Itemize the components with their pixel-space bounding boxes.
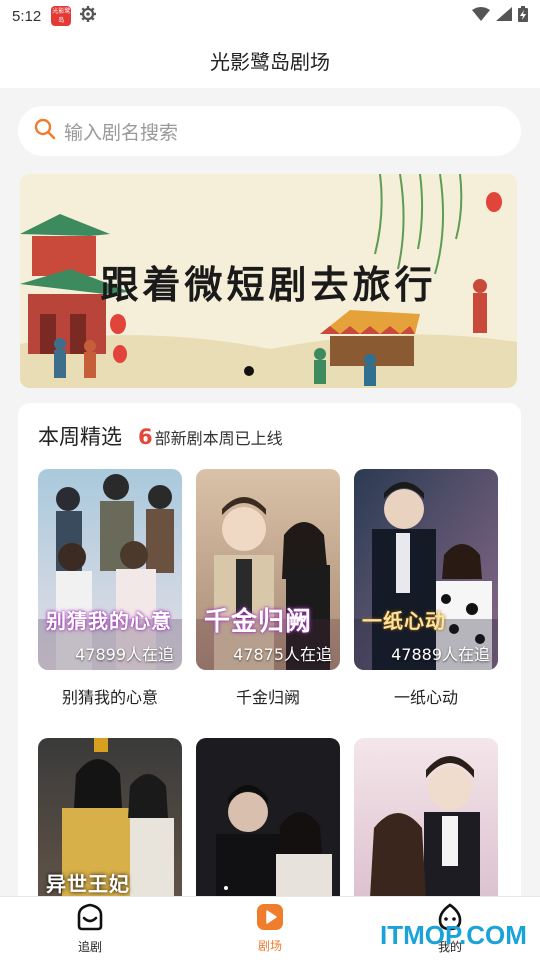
page-title: 光影鹭岛剧场: [210, 49, 330, 74]
drama-name: 一纸心动: [393, 688, 458, 707]
battery-charging-icon: [518, 6, 528, 26]
nav-item-theater[interactable]: 剧场: [180, 897, 360, 960]
drama-name: 千金归阙: [235, 688, 300, 707]
smile-house-icon: [75, 902, 105, 936]
section-header: 本周精选 6 部新剧本周已上线: [38, 421, 283, 451]
nav-label: 追剧: [77, 940, 102, 954]
drama-name: 别猜我的心意: [61, 688, 158, 707]
search-input[interactable]: 输入剧名搜索: [18, 106, 521, 156]
signal-icon: [496, 7, 512, 25]
wifi-icon: [472, 7, 490, 25]
drama-card[interactable]: 一纸心动 47889人在追 一纸心动: [354, 469, 498, 708]
watermark: ITMOP.COM: [380, 920, 527, 950]
watcher-count: 47889人在追: [391, 645, 490, 664]
gear-icon: [79, 5, 97, 27]
nav-item-follow[interactable]: 追剧: [0, 897, 180, 960]
section-subtitle: 部新剧本周已上线: [154, 429, 283, 448]
drama-card[interactable]: 别猜我的心意 47899人在追 别猜我的心意: [38, 469, 182, 708]
carousel-indicator: [244, 366, 254, 376]
watcher-count: 47875人在追: [233, 645, 332, 664]
poster-title: 千金归阙: [204, 607, 313, 637]
poster-title: 别猜我的心意: [46, 609, 172, 633]
drama-poster: 别猜我的心意 47899人在追: [38, 469, 182, 670]
app-notification-icon: 光影鹭岛: [51, 6, 72, 26]
new-drama-count: 6: [138, 425, 153, 449]
promo-banner[interactable]: 跟着微短剧去旅行: [20, 174, 517, 388]
section-title: 本周精选: [38, 425, 122, 449]
title-bar: 光影鹭岛剧场: [0, 32, 540, 88]
search-placeholder: 输入剧名搜索: [64, 121, 179, 144]
search-icon: [34, 118, 56, 144]
drama-card[interactable]: 千金归阙 47875人在追 千金归阙: [196, 469, 340, 708]
play-icon: [256, 903, 284, 935]
weekly-picks-section: 本周精选 6 部新剧本周已上线 别猜我的心意 47899人在追 别猜我的心意 千…: [18, 403, 521, 939]
status-bar: 5:12 光影鹭岛: [0, 0, 540, 32]
drama-poster: 千金归阙 47875人在追: [196, 469, 340, 670]
drama-poster: 一纸心动 47889人在追: [354, 469, 498, 670]
poster-title: 异世王妃: [46, 872, 130, 896]
status-time: 5:12: [12, 7, 42, 25]
nav-label: 剧场: [257, 939, 282, 953]
poster-title: 一纸心动: [362, 609, 446, 633]
banner-title: 跟着微短剧去旅行: [100, 262, 437, 307]
watcher-count: 47899人在追: [75, 645, 174, 664]
